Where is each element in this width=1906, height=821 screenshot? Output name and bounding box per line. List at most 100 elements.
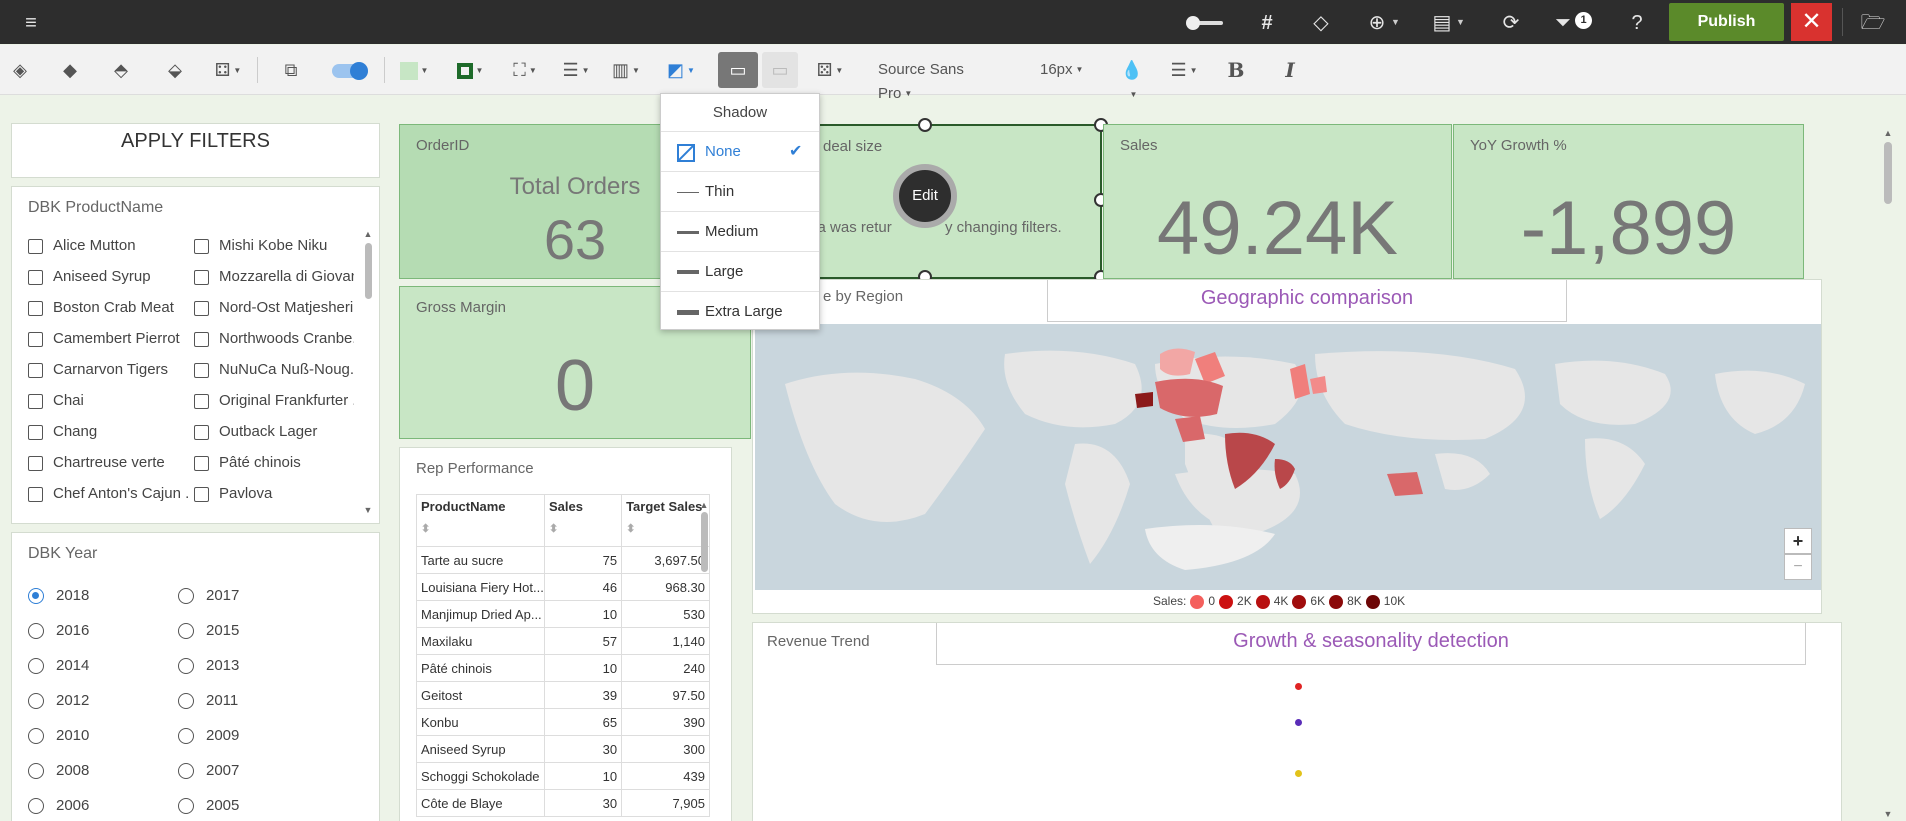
align-icon[interactable]: ☰ ▼ [1166,58,1202,82]
column-header[interactable]: ProductName ⬍ [416,494,545,547]
year-option[interactable]: 2014 [28,657,168,675]
checkbox[interactable] [194,362,209,378]
year-option[interactable]: 2006 [28,797,168,815]
checkbox[interactable] [194,455,209,471]
radio-button[interactable] [28,623,44,640]
sort-icon[interactable]: ⬍ [626,522,705,535]
table-row[interactable]: Manjimup Dried Ap... 10 530 [416,600,710,628]
document-icon[interactable]: ▤ [1429,10,1455,36]
checkbox[interactable] [28,269,43,285]
radio-button[interactable] [28,728,44,745]
product-option[interactable]: Nord-Ost Matjesheri... [194,299,354,316]
product-option[interactable]: Pavlova [194,485,354,502]
checkbox[interactable] [194,486,209,502]
radio-button[interactable] [28,798,44,815]
product-option[interactable]: Mozzarella di Giovan [194,268,354,285]
radio-button[interactable] [178,763,194,780]
product-option[interactable]: Original Frankfurter ... [194,392,354,409]
layers-stack-icon[interactable]: ◆ [58,58,82,82]
column-header[interactable]: Sales ⬍ [543,494,623,547]
border-width-icon[interactable]: ☰ ▼ [558,58,594,82]
checkbox[interactable] [194,424,209,440]
checkbox[interactable] [194,393,209,409]
year-option[interactable]: 2011 [178,692,318,710]
radio-button[interactable] [28,693,44,710]
product-option[interactable]: Chang [28,423,188,440]
year-option[interactable]: 2008 [28,762,168,780]
table-row[interactable]: Pâté chinois 10 240 [416,654,710,682]
product-option[interactable]: Outback Lager [194,423,354,440]
sort-icon[interactable]: ⬍ [549,522,617,535]
shadow-option-thin[interactable]: Thin [661,171,819,211]
table-row[interactable]: Louisiana Fiery Hot... 46 968.30 [416,573,710,601]
product-option[interactable]: Alice Mutton [28,237,188,254]
checkbox[interactable] [28,362,43,378]
add-icon[interactable]: ⊕ [1364,10,1390,36]
text-color-icon[interactable]: 💧▼ [1117,58,1147,99]
radio-button[interactable] [178,623,194,640]
checkbox[interactable] [28,300,43,316]
year-option[interactable]: 2010 [28,727,168,745]
product-option[interactable]: Chef Anton's Cajun ... [28,485,188,502]
table-row[interactable]: Aniseed Syrup 30 300 [416,735,710,763]
rep-table-scrollbar[interactable]: ▲ [698,500,710,580]
radio-button[interactable] [178,798,194,815]
checkbox[interactable] [28,238,43,254]
bold-button[interactable]: B [1224,58,1248,82]
product-option[interactable]: Aniseed Syrup [28,268,188,285]
year-option[interactable]: 2017 [178,587,318,605]
column-header[interactable]: Target Sales ⬍ [621,494,710,547]
zoom-in-button[interactable]: + [1784,528,1812,554]
product-option[interactable]: Mishi Kobe Niku [194,237,354,254]
edit-button[interactable]: Edit [893,164,957,228]
radio-button[interactable] [178,693,194,710]
grid-icon[interactable]: # [1254,10,1280,36]
checkbox[interactable] [28,486,43,502]
resize-handle-top[interactable] [918,118,932,132]
checkbox[interactable] [28,393,43,409]
folder-open-icon[interactable]: 🗁 [1860,10,1886,36]
arrange-icon[interactable]: ⚃ ▼ [212,58,244,82]
hamburger-icon[interactable]: ≡ [18,10,44,36]
fill-color-picker[interactable]: ▼ [396,58,432,82]
radio-button[interactable] [178,588,194,605]
bring-forward-icon[interactable]: ⬘ [109,58,133,82]
year-option[interactable]: 2005 [178,797,318,815]
checkbox[interactable] [28,331,43,347]
yoy-growth-card[interactable]: YoY Growth % -1,899 [1453,124,1804,279]
shadow-option-extra-large[interactable]: Extra Large [661,291,819,331]
checkbox[interactable] [28,455,43,471]
table-row[interactable]: Côte de Blaye 30 7,905 [416,789,710,817]
font-size-select[interactable]: 16px ▼ [1040,58,1084,82]
shadow-icon[interactable]: ◩ ▼ [663,58,699,82]
table-row[interactable]: Schoggi Schokolade 10 439 [416,762,710,790]
product-option[interactable]: NuNuCa Nuß-Noug... [194,361,354,378]
product-option[interactable]: Camembert Pierrot [28,330,188,347]
checkbox[interactable] [194,238,209,254]
filter-icon[interactable]: ⏷ [1550,10,1576,36]
product-scrollbar[interactable]: ▲ ▼ [362,229,374,515]
slider-toggle-icon[interactable] [1183,10,1227,36]
sort-icon[interactable]: ⬍ [421,522,540,535]
year-option[interactable]: 2012 [28,692,168,710]
zoom-out-button[interactable]: − [1784,554,1812,580]
product-option[interactable]: Boston Crab Meat [28,299,188,316]
shadow-option-medium[interactable]: Medium [661,211,819,251]
padding-icon[interactable]: ▥ ▼ [607,58,645,82]
send-backward-icon[interactable]: ⬙ [160,58,190,82]
close-icon[interactable]: ✕ [1791,3,1832,41]
radio-button[interactable] [28,588,44,605]
radio-button[interactable] [178,658,194,675]
checkbox[interactable] [194,331,209,347]
shadow-option-large[interactable]: Large [661,251,819,291]
sync-icon[interactable]: ⟳ [1498,10,1524,36]
copy-icon[interactable]: ⧉ [279,58,303,82]
border-style-icon[interactable]: ⛶ ▼ [507,58,543,82]
header-on-icon[interactable]: ▭ [718,52,758,88]
sales-card[interactable]: Sales 49.24K [1103,124,1452,279]
layers-icon[interactable]: ◈ [8,58,32,82]
checkbox[interactable] [194,300,209,316]
font-family-select[interactable]: Source Sans Pro ▼ [878,58,998,102]
product-option[interactable]: Chai [28,392,188,409]
year-option[interactable]: 2018 [28,587,168,605]
